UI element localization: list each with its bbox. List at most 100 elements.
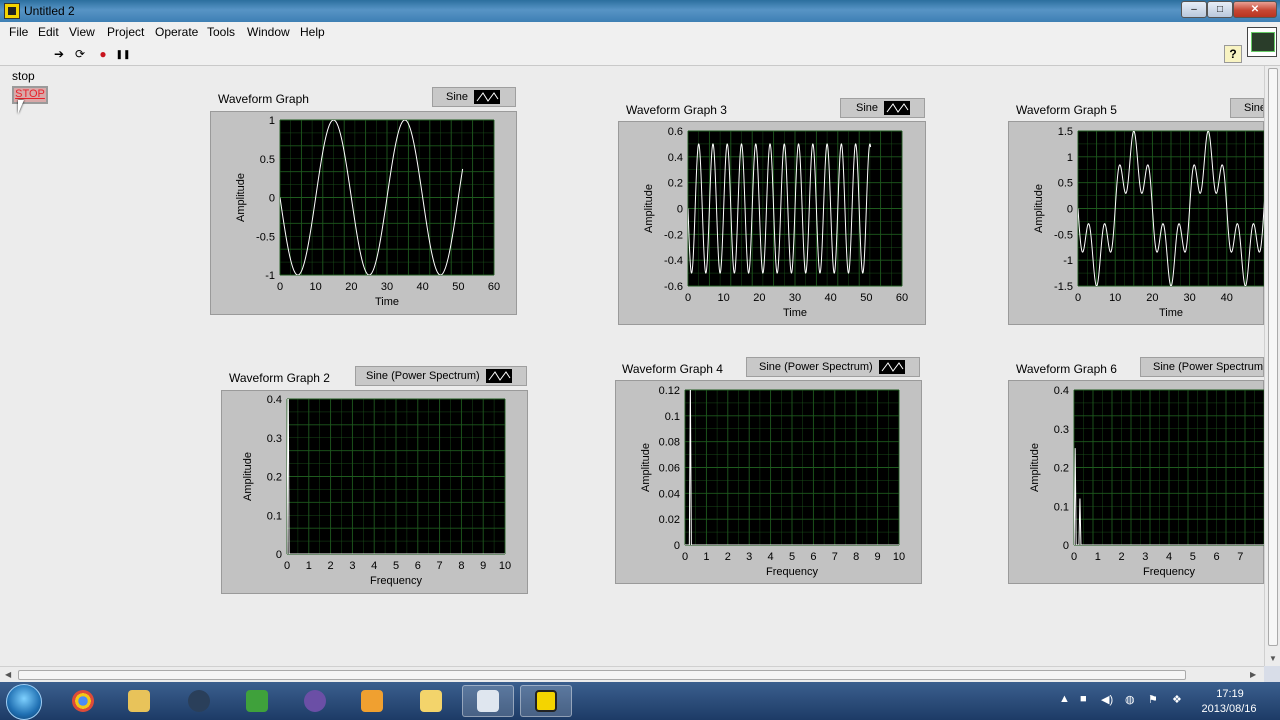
context-help-icon[interactable]: ? xyxy=(1224,45,1242,63)
legend-label-4: Sine (Power Spectrum) xyxy=(759,361,873,373)
run-continuously-icon[interactable]: ⟳ xyxy=(71,45,89,63)
plot-legend-5[interactable]: Sine xyxy=(1230,98,1264,118)
scroll-right-arrow-icon[interactable]: ▶ xyxy=(1250,670,1256,679)
minimize-button[interactable]: – xyxy=(1181,1,1207,18)
x-tick-label: 0 xyxy=(1075,292,1081,304)
vi-icon[interactable] xyxy=(1247,27,1277,57)
plot-legend-2[interactable]: Sine (Power Spectrum) xyxy=(355,366,527,386)
x-tick-label: 6 xyxy=(1213,551,1219,563)
x-tick-label: 30 xyxy=(1183,292,1195,304)
taskbar-steam[interactable] xyxy=(173,685,225,717)
vertical-scroll-thumb[interactable] xyxy=(1268,68,1278,646)
taskbar-labview[interactable] xyxy=(520,685,572,717)
x-tick-label: 9 xyxy=(875,551,881,563)
taskbar-explorer[interactable] xyxy=(113,685,165,717)
clock-time[interactable]: 17:19 xyxy=(1210,688,1250,700)
x-tick-label: 9 xyxy=(480,560,486,572)
y-axis-label: Amplitude xyxy=(242,452,254,501)
menu-file[interactable]: File xyxy=(9,25,28,39)
y-tick-label: -1 xyxy=(265,270,275,282)
waveform-graph-5[interactable]: 1.510.50-0.5-1-1.50 10 20 30 40TimeAmplitude xyxy=(1008,121,1264,325)
taskbar-media-player[interactable] xyxy=(346,685,398,717)
plot-legend-4[interactable]: Sine (Power Spectrum) xyxy=(746,357,920,377)
taskbar-csharp[interactable] xyxy=(231,685,283,717)
stop-control-label: stop xyxy=(12,69,35,83)
maximize-button[interactable]: □ xyxy=(1207,1,1233,18)
x-tick-label: 30 xyxy=(381,281,393,293)
y-tick-label: 0 xyxy=(276,549,282,561)
waveform-graph-3[interactable]: 0.60.40.20-0.2-0.4-0.60 10 20 30 40 50 60TimeA… xyxy=(618,121,926,325)
y-axis-label: Amplitude xyxy=(640,443,652,492)
menu-window[interactable]: Window xyxy=(247,25,290,39)
plot-legend-1[interactable]: Sine xyxy=(432,87,516,107)
x-axis-label: Frequency xyxy=(1143,566,1195,578)
waveform-graph-1[interactable]: 10.50-0.5-10 10 20 30 40 50 60TimeAmplitude xyxy=(210,111,517,315)
x-tick-label: 2 xyxy=(328,560,334,572)
menu-tools[interactable]: Tools xyxy=(207,25,235,39)
tray-expand-icon[interactable]: ▲ xyxy=(1059,693,1070,705)
dropbox-icon[interactable]: ❖ xyxy=(1172,693,1182,706)
y-tick-label: 0.4 xyxy=(668,152,683,164)
graph-title-5: Waveform Graph 5 xyxy=(1016,103,1117,117)
y-tick-label: 0 xyxy=(1063,540,1069,552)
y-tick-label: -1 xyxy=(1063,255,1073,267)
y-tick-label: 1.5 xyxy=(1058,126,1073,138)
graph-title-6: Waveform Graph 6 xyxy=(1016,362,1117,376)
y-tick-label: 0.4 xyxy=(267,394,282,406)
x-tick-label: 0 xyxy=(1071,551,1077,563)
scroll-left-arrow-icon[interactable]: ◀ xyxy=(5,670,11,679)
taskbar-visual-studio[interactable] xyxy=(289,685,341,717)
x-tick-label: 20 xyxy=(753,292,765,304)
y-tick-label: 0 xyxy=(1067,204,1073,216)
infinity-icon xyxy=(304,690,326,712)
clock-date[interactable]: 2013/08/16 xyxy=(1196,703,1262,715)
x-tick-label: 10 xyxy=(1109,292,1121,304)
y-tick-label: 0.1 xyxy=(1054,501,1069,513)
plot-line-swatch-icon xyxy=(878,360,905,374)
vertical-scrollbar[interactable]: ▼ xyxy=(1264,66,1280,666)
taskbar-window[interactable] xyxy=(462,685,514,717)
volume-icon[interactable]: ◀) xyxy=(1101,693,1113,706)
csharp-icon xyxy=(246,690,268,712)
x-tick-label: 50 xyxy=(452,281,464,293)
scroll-down-arrow-icon[interactable]: ▼ xyxy=(1269,654,1277,663)
tray-app-icon[interactable]: ■ xyxy=(1080,693,1087,705)
plot-legend-6[interactable]: Sine (Power Spectrum) xyxy=(1140,357,1264,377)
x-tick-label: 6 xyxy=(415,560,421,572)
menu-project[interactable]: Project xyxy=(107,25,144,39)
waveform-graph-6[interactable]: 0.4 0.3 0.2 0.1 00 1 2 3 4 5 6 7 Frequency Amplitude xyxy=(1008,380,1264,584)
x-tick-label: 10 xyxy=(499,560,511,572)
horizontal-scroll-thumb[interactable] xyxy=(18,670,1186,680)
taskbar-chrome[interactable] xyxy=(57,685,109,717)
menu-help[interactable]: Help xyxy=(300,25,325,39)
x-axis-label: Time xyxy=(375,296,399,308)
start-button[interactable] xyxy=(6,684,42,720)
action-center-icon[interactable]: ⚑ xyxy=(1148,693,1158,706)
menu-view[interactable]: View xyxy=(69,25,95,39)
network-icon[interactable]: ◍ xyxy=(1125,693,1135,706)
x-tick-label: 2 xyxy=(725,551,731,563)
menu-operate[interactable]: Operate xyxy=(155,25,198,39)
x-tick-label: 1 xyxy=(1095,551,1101,563)
y-tick-label: 0 xyxy=(269,193,275,205)
y-tick-label: 0.3 xyxy=(267,433,282,445)
pause-icon[interactable]: ❚❚ xyxy=(114,45,132,63)
horizontal-scrollbar[interactable]: ◀ ▶ xyxy=(0,666,1264,682)
run-icon[interactable]: ➔ xyxy=(50,45,68,63)
x-tick-label: 8 xyxy=(458,560,464,572)
menu-edit[interactable]: Edit xyxy=(38,25,59,39)
legend-label-2: Sine (Power Spectrum) xyxy=(366,370,480,382)
x-tick-label: 20 xyxy=(1146,292,1158,304)
x-axis-label: Time xyxy=(783,307,807,319)
x-axis-label: Frequency xyxy=(766,566,818,578)
waveform-graph-2[interactable]: 0.4 0.3 0.2 0.1 00 1 2 3 4 5 6 7 8 9 10 Frequency Amplit… xyxy=(221,390,528,594)
plot-legend-3[interactable]: Sine xyxy=(840,98,925,118)
taskbar-folder[interactable] xyxy=(405,685,457,717)
x-tick-label: 3 xyxy=(746,551,752,563)
y-tick-label: 0.2 xyxy=(267,472,282,484)
x-tick-label: 3 xyxy=(1142,551,1148,563)
close-button[interactable]: ✕ xyxy=(1233,1,1277,18)
folder-icon xyxy=(420,690,442,712)
abort-execution-icon[interactable]: ● xyxy=(94,45,112,63)
waveform-graph-4[interactable]: 0.12 0.1 0.08 0.06 0.04 0.02 00 1 2 3 4 5 6 7 8 9 10 Freq… xyxy=(615,380,922,584)
